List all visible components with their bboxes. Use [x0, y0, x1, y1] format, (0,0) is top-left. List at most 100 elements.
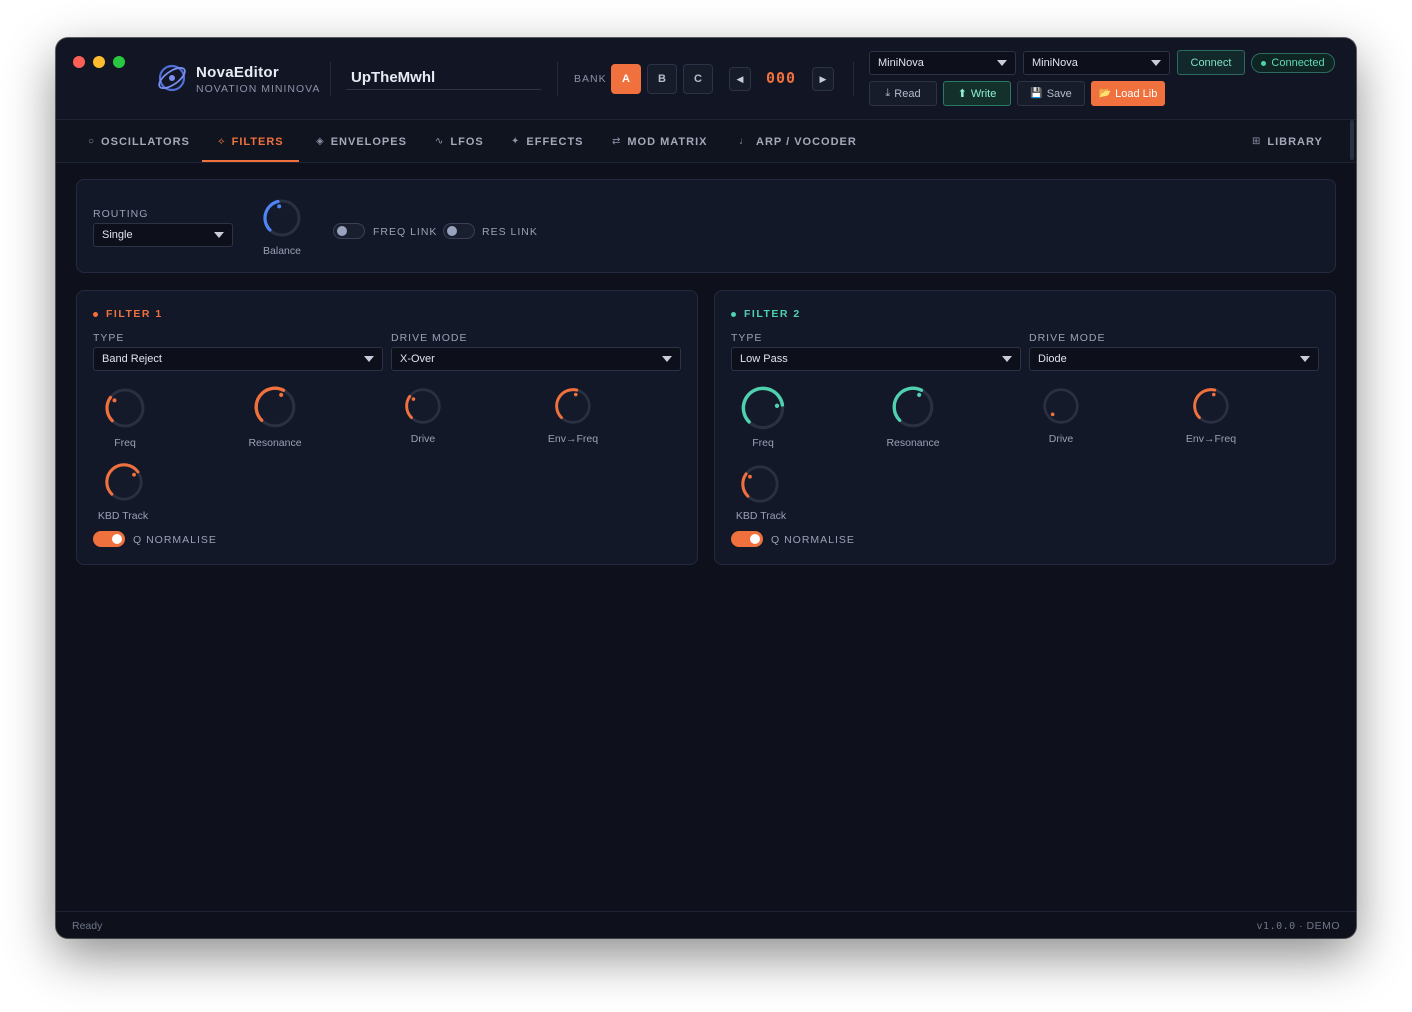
knob-pointer [132, 472, 136, 477]
filter-2-env-freq-knob[interactable] [1191, 386, 1231, 426]
filter-1-q-normalise-toggle[interactable] [93, 531, 125, 547]
filter-2-type-value: Low Pass [740, 353, 788, 365]
status-text: Ready [72, 920, 103, 932]
zoom-window-button[interactable] [113, 56, 125, 68]
filter-2-resonance-knob[interactable] [890, 384, 936, 430]
filter-1-freq-knob[interactable] [103, 386, 147, 430]
filter-2-panel: FILTER 2 TYPE Low Pass DRIVE MODE Diode … [714, 290, 1336, 565]
minimize-window-button[interactable] [93, 56, 105, 68]
freq-link-label: FREQ LINK [373, 226, 438, 238]
load-library-label: Load Lib [1115, 87, 1158, 100]
read-button[interactable]: ⤓ Read [869, 81, 937, 106]
filter-1-drive-mode-value: X-Over [400, 353, 435, 365]
res-link-toggle[interactable] [443, 223, 475, 239]
chevron-down-icon [1151, 60, 1161, 66]
toggle-knob [750, 534, 760, 544]
upload-icon: ⬆ [957, 88, 967, 100]
filter-1-drive-knob[interactable] [403, 386, 443, 426]
active-tab-indicator [202, 160, 299, 162]
filter-2-drive-mode-value: Diode [1038, 353, 1067, 365]
knob-pointer [112, 398, 117, 403]
prev-program-button[interactable]: ◀ [729, 67, 751, 91]
knob-pointer [411, 397, 416, 401]
midi-input-value: MiniNova [878, 57, 924, 69]
music-note-icon: ♩ [739, 136, 750, 147]
program-number: 000 [766, 69, 797, 87]
tab-library[interactable]: ⊞ LIBRARY [1252, 120, 1323, 163]
sparkle-icon: ✦ [511, 136, 521, 147]
swap-arrows-icon: ⇄ [612, 136, 622, 147]
close-window-button[interactable] [73, 56, 85, 68]
freq-link-toggle[interactable] [333, 223, 365, 239]
filter-2-type-select[interactable]: Low Pass [731, 347, 1021, 371]
connection-status-badge: Connected [1251, 53, 1335, 73]
filter-1-env-freq-knob[interactable] [553, 386, 593, 426]
tab-oscillators[interactable]: ○ OSCILLATORS [88, 120, 190, 163]
filter-2-drive-mode-label: DRIVE MODE [1029, 332, 1106, 344]
save-button[interactable]: 💾 Save [1017, 81, 1085, 106]
chevron-down-icon [214, 232, 224, 238]
balance-knob[interactable] [261, 197, 303, 239]
filter-2-kbd-track-label: KBD Track [735, 510, 787, 522]
balance-label: Balance [263, 245, 301, 257]
load-library-button[interactable]: 📂 Load Lib [1091, 81, 1165, 106]
knob-pointer [573, 392, 578, 397]
connect-button[interactable]: Connect [1177, 50, 1245, 75]
tab-label: ARP / VOCODER [756, 135, 857, 148]
patch-name-input[interactable]: UpTheMwhl [346, 66, 541, 90]
tab-label: OSCILLATORS [101, 135, 190, 148]
knob-pointer [748, 474, 752, 479]
filter-1-kbd-track-label: KBD Track [97, 510, 149, 522]
grid-icon: ⊞ [1252, 136, 1262, 147]
filter-1-type-select[interactable]: Band Reject [93, 347, 383, 371]
bank-a-button[interactable]: A [611, 64, 641, 94]
header-divider [330, 62, 331, 96]
chevron-down-icon [1002, 356, 1012, 362]
floppy-disk-icon: 💾 [1030, 88, 1043, 99]
filter-1-kbd-track-knob[interactable] [103, 461, 145, 503]
midi-input-select[interactable]: MiniNova [869, 51, 1016, 75]
next-program-button[interactable]: ▶ [812, 67, 834, 91]
separator-text: · [1299, 920, 1304, 932]
tab-effects[interactable]: ✦ EFFECTS [511, 120, 584, 163]
tab-mod-matrix[interactable]: ⇄ MOD MATRIX [612, 120, 707, 163]
routing-select[interactable]: Single [93, 223, 233, 247]
chevron-down-icon [662, 356, 672, 362]
filter-1-drive-label: Drive [410, 433, 436, 445]
next-arrow-icon: ▶ [819, 73, 827, 84]
filter-2-type-label: TYPE [731, 332, 763, 344]
save-label: Save [1046, 87, 1072, 100]
filter-2-drive-label: Drive [1048, 433, 1074, 445]
bank-b-button[interactable]: B [647, 64, 677, 94]
write-button[interactable]: ⬆ Write [943, 81, 1011, 106]
filter-1-resonance-knob[interactable] [252, 384, 298, 430]
filter-1-type-label: TYPE [93, 332, 125, 344]
filter-2-drive-knob[interactable] [1041, 386, 1081, 426]
bank-label: BANK [574, 73, 607, 85]
midi-output-select[interactable]: MiniNova [1023, 51, 1170, 75]
filter-2-freq-label: Freq [752, 437, 774, 449]
tab-filters[interactable]: ⟡ FILTERS [218, 120, 284, 163]
folder-icon: 📂 [1098, 88, 1112, 99]
filter-2-title: FILTER 2 [731, 308, 801, 320]
filter-2-freq-knob[interactable] [739, 384, 787, 432]
knob-pointer [774, 403, 780, 408]
res-link-label: RES LINK [482, 226, 538, 238]
tab-arp-vocoder[interactable]: ♩ ARP / VOCODER [739, 120, 857, 163]
filter-icon: ⟡ [218, 136, 226, 147]
filter-1-freq-label: Freq [114, 437, 136, 449]
tab-lfos[interactable]: ∿ LFOS [435, 120, 484, 163]
bank-c-button[interactable]: C [683, 64, 713, 94]
filter-1-title: FILTER 1 [93, 308, 163, 320]
filter-2-q-normalise-toggle[interactable] [731, 531, 763, 547]
filter-1-drive-mode-select[interactable]: X-Over [391, 347, 681, 371]
filter-1-q-normalise-label: Q NORMALISE [133, 534, 217, 546]
scrollbar-thumb[interactable] [1350, 120, 1354, 160]
tab-envelopes[interactable]: ◈ ENVELOPES [316, 120, 407, 163]
filter-2-dot-icon [731, 311, 736, 317]
filter-2-kbd-track-knob[interactable] [739, 463, 781, 505]
tab-label: MOD MATRIX [627, 135, 708, 148]
filter-1-panel: FILTER 1 TYPE Band Reject DRIVE MODE X-O… [76, 290, 698, 565]
filter-2-drive-mode-select[interactable]: Diode [1029, 347, 1319, 371]
routing-label: ROUTING [93, 208, 149, 220]
